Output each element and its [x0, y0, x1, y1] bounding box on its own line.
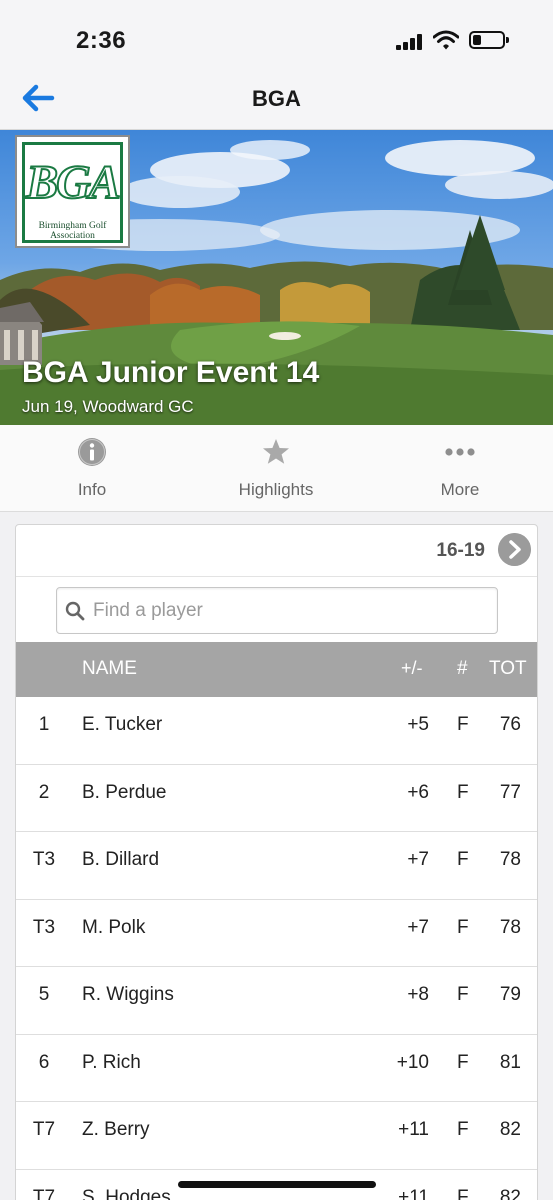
- event-title: BGA Junior Event 14: [22, 356, 320, 389]
- row-position: 5: [38, 984, 50, 1005]
- row-total: 78: [499, 849, 521, 870]
- row-to-par: +6: [407, 781, 429, 803]
- logo-letters: BGA: [25, 155, 122, 210]
- row-to-par: +11: [398, 1119, 429, 1140]
- column-header-thru[interactable]: #: [457, 658, 468, 680]
- tab-info[interactable]: Info: [0, 425, 184, 512]
- row-position: 2: [38, 781, 50, 803]
- row-thru: F: [457, 849, 469, 870]
- row-player-name: P. Rich: [82, 1051, 141, 1073]
- table-row[interactable]: 5 R. Wiggins +8 F 79: [16, 967, 537, 1035]
- row-position: T7: [32, 1186, 56, 1200]
- leaderboard-card: 16-19 NAME +/- # TOT 1 E. Tucker +5 F 76…: [15, 524, 538, 1200]
- tab-highlights[interactable]: Highlights: [184, 425, 368, 512]
- signal-icon: [396, 34, 424, 50]
- table-row[interactable]: T3 B. Dillard +7 F 78: [16, 832, 537, 900]
- battery-icon: [469, 31, 509, 49]
- status-bar: 2:36: [0, 0, 553, 72]
- page-title: BGA: [252, 86, 301, 111]
- chevron-right-icon[interactable]: [498, 533, 531, 566]
- row-thru: F: [457, 714, 469, 735]
- column-header-name[interactable]: NAME: [82, 658, 137, 680]
- bga-logo: BGA Birmingham Golf Association: [15, 135, 130, 248]
- row-to-par: +7: [407, 916, 429, 938]
- leaderboard-header: NAME +/- # TOT: [16, 642, 537, 697]
- leaderboard-rows: 1 E. Tucker +5 F 76 2 B. Perdue +6 F 77 …: [16, 697, 537, 1200]
- tab-label-highlights: Highlights: [238, 480, 314, 499]
- row-total: 82: [499, 1186, 521, 1200]
- row-player-name: B. Perdue: [82, 781, 167, 803]
- row-to-par: +7: [407, 849, 429, 870]
- row-thru: F: [457, 1051, 469, 1073]
- event-subtitle: Jun 19, Woodward GC: [22, 397, 194, 416]
- row-thru: F: [457, 1119, 469, 1140]
- status-time: 2:36: [76, 27, 127, 54]
- table-row[interactable]: T3 M. Polk +7 F 78: [16, 900, 537, 967]
- tab-label-more: More: [440, 480, 480, 499]
- row-total: 78: [499, 916, 521, 938]
- logo-subtitle: Birmingham Golf Association: [38, 221, 107, 241]
- row-player-name: M. Polk: [82, 916, 146, 938]
- row-thru: F: [457, 984, 469, 1005]
- row-position: T3: [32, 849, 56, 870]
- row-player-name: R. Wiggins: [82, 984, 174, 1005]
- row-thru: F: [457, 781, 469, 803]
- row-position: T3: [32, 916, 56, 938]
- table-row[interactable]: T7 Z. Berry +11 F 82: [16, 1102, 537, 1170]
- row-total: 76: [499, 714, 521, 735]
- row-position: 1: [38, 714, 50, 735]
- table-row[interactable]: 2 B. Perdue +6 F 77: [16, 765, 537, 832]
- search-input[interactable]: [93, 597, 483, 625]
- table-row[interactable]: 1 E. Tucker +5 F 76: [16, 697, 537, 765]
- column-header-to-par[interactable]: +/-: [401, 658, 423, 679]
- row-total: 82: [499, 1119, 521, 1140]
- row-position: T7: [32, 1119, 56, 1140]
- row-player-name: S. Hodges: [82, 1186, 171, 1200]
- star-icon: [263, 439, 289, 464]
- nav-bar: BGA: [0, 72, 553, 130]
- row-to-par: +11: [398, 1186, 429, 1200]
- row-player-name: B. Dillard: [82, 849, 160, 870]
- wifi-icon: [433, 30, 459, 50]
- round-selector: 16-19: [16, 525, 537, 577]
- player-search[interactable]: [56, 587, 498, 634]
- column-header-total[interactable]: TOT: [489, 658, 527, 680]
- row-to-par: +10: [396, 1051, 429, 1073]
- row-to-par: +5: [407, 714, 429, 735]
- row-position: 6: [38, 1051, 50, 1073]
- row-to-par: +8: [407, 984, 429, 1005]
- event-banner: BGA Birmingham Golf Association BGA Juni…: [0, 130, 553, 425]
- row-player-name: E. Tucker: [82, 714, 163, 735]
- row-total: 79: [499, 984, 521, 1005]
- round-label: 16-19: [436, 540, 485, 561]
- tab-more[interactable]: More: [368, 425, 552, 512]
- tab-label-info: Info: [77, 480, 107, 499]
- search-icon: [65, 601, 85, 621]
- row-player-name: Z. Berry: [82, 1119, 150, 1140]
- event-tab-bar: Info Highlights More: [0, 425, 553, 512]
- more-dots-icon: [445, 448, 475, 456]
- row-total: 77: [499, 781, 521, 803]
- table-row[interactable]: 6 P. Rich +10 F 81: [16, 1035, 537, 1102]
- row-thru: F: [457, 1186, 469, 1200]
- info-icon: [78, 438, 106, 466]
- home-indicator[interactable]: [178, 1181, 376, 1188]
- row-total: 81: [499, 1051, 521, 1073]
- row-thru: F: [457, 916, 469, 938]
